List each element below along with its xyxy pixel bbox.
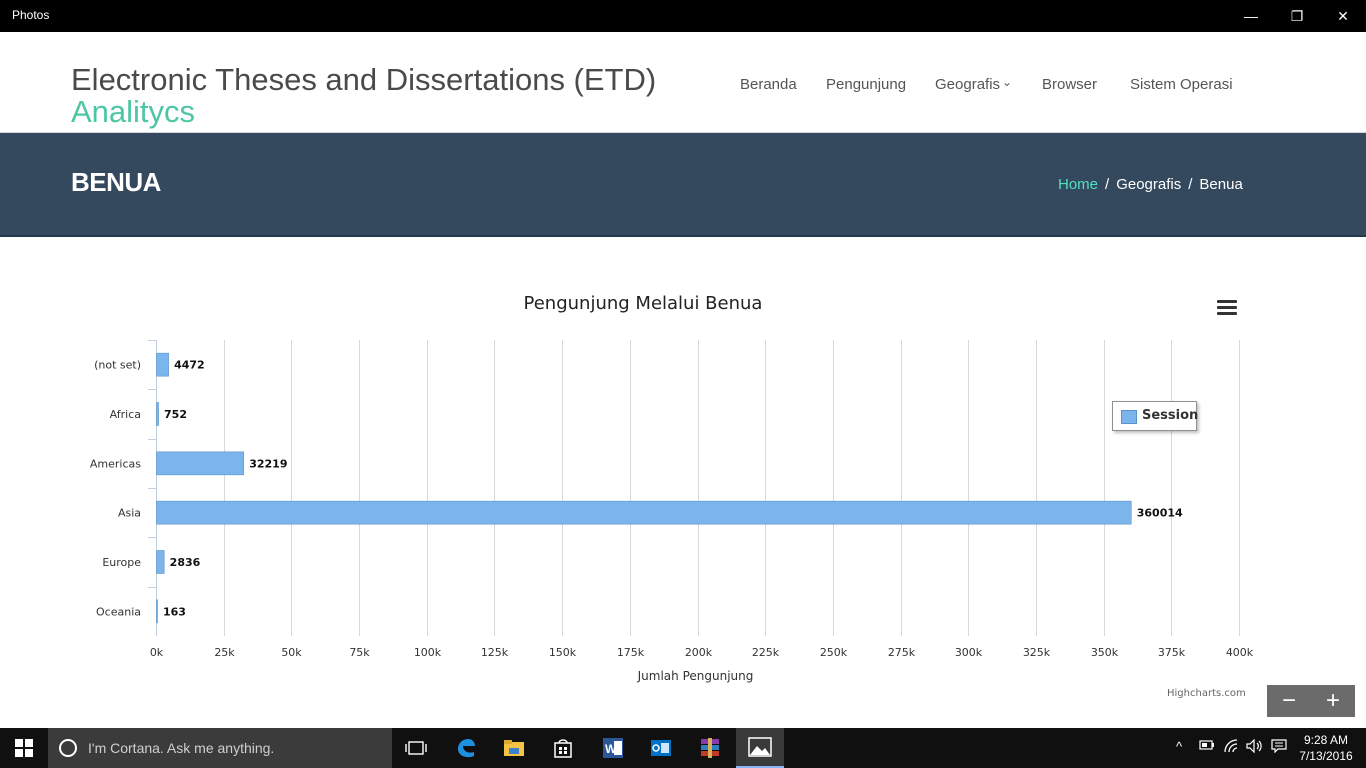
nav-item-sistem-operasi[interactable]: Sistem Operasi	[1130, 76, 1233, 93]
breadcrumb-separator: /	[1188, 176, 1193, 193]
bar	[156, 451, 245, 476]
windows-logo-icon	[15, 739, 33, 757]
x-tick-label: 175k	[617, 646, 645, 659]
window-titlebar: Photos — ❐ ✕	[0, 0, 1366, 32]
chart-container: Pengunjung Melalui Benua 0k 25k 50k 75k 100k…	[0, 236, 1366, 728]
breadcrumb-home[interactable]: Home	[1058, 176, 1098, 193]
x-tick-label: 0k	[150, 646, 164, 659]
x-tick-label: 350k	[1091, 646, 1119, 659]
breadcrumb-separator: /	[1105, 176, 1110, 193]
svg-text:W: W	[605, 742, 617, 756]
y-category-label: Asia	[118, 507, 141, 520]
x-tick-label: 400k	[1226, 646, 1254, 659]
store-icon[interactable]	[539, 728, 587, 768]
y-category-label: Oceania	[96, 605, 141, 618]
taskbar-clock[interactable]: 9:28 AM 7/13/2016	[1294, 732, 1358, 764]
x-tick-label: 275k	[888, 646, 916, 659]
start-button[interactable]	[0, 728, 48, 768]
chevron-down-icon: ⌄	[1002, 75, 1013, 89]
action-center-icon[interactable]	[1271, 739, 1287, 756]
x-tick-label: 250k	[820, 646, 848, 659]
bar	[156, 500, 1132, 525]
x-tick-label: 25k	[214, 646, 235, 659]
nav-item-browser[interactable]: Browser	[1042, 76, 1097, 93]
minimize-button[interactable]: —	[1228, 0, 1274, 32]
x-tick-label: 150k	[549, 646, 577, 659]
legend-swatch	[1121, 410, 1137, 424]
nav-item-pengunjung[interactable]: Pengunjung	[826, 76, 906, 93]
nav-item-geografis-label: Geografis	[935, 76, 1001, 93]
zoom-controls: − +	[1267, 685, 1355, 717]
x-tick-label: 125k	[481, 646, 509, 659]
x-tick-label: 75k	[349, 646, 370, 659]
taskbar: I'm Cortana. Ask me anything. W ^ 9:28 A…	[0, 728, 1366, 768]
y-category-label: Africa	[110, 408, 141, 421]
y-category-label: Americas	[90, 457, 141, 470]
breadcrumb-benua: Benua	[1199, 176, 1243, 193]
bar	[156, 352, 169, 377]
maximize-button[interactable]: ❐	[1274, 0, 1320, 32]
cortana-placeholder: I'm Cortana. Ask me anything.	[88, 740, 275, 756]
bar	[156, 550, 165, 574]
x-tick-label: 225k	[752, 646, 780, 659]
word-icon[interactable]: W	[589, 728, 637, 768]
show-hidden-icons-icon[interactable]: ^	[1176, 739, 1182, 754]
outlook-icon[interactable]	[637, 728, 685, 768]
legend-label: Session	[1142, 408, 1199, 423]
y-category-label: (not set)	[94, 359, 141, 372]
photos-icon[interactable]	[736, 728, 784, 768]
x-tick-label: 300k	[955, 646, 983, 659]
x-tick-label: 50k	[281, 646, 302, 659]
data-label: 4472	[174, 359, 205, 372]
data-label: 163	[163, 605, 186, 618]
battery-icon[interactable]	[1199, 739, 1215, 754]
bar	[156, 402, 159, 426]
zoom-in-button[interactable]: +	[1311, 685, 1355, 717]
data-label: 360014	[1137, 507, 1183, 520]
page-banner: BENUA Home / Geografis / Benua	[0, 133, 1366, 237]
chart-legend[interactable]: Session	[1112, 401, 1199, 431]
cortana-search-box[interactable]: I'm Cortana. Ask me anything.	[48, 728, 392, 768]
y-category-label: Europe	[102, 556, 141, 569]
site-header: Electronic Theses and Dissertations (ETD…	[0, 32, 1366, 133]
x-tick-label: 325k	[1023, 646, 1051, 659]
breadcrumb: Home / Geografis / Benua	[1058, 176, 1243, 193]
close-button[interactable]: ✕	[1320, 0, 1366, 32]
nav-item-geografis[interactable]: Geografis ⌄	[935, 75, 1013, 93]
nav-item-beranda[interactable]: Beranda	[740, 76, 797, 93]
data-label: 752	[164, 408, 187, 421]
edge-icon[interactable]	[442, 728, 490, 768]
breadcrumb-geografis[interactable]: Geografis	[1116, 176, 1181, 193]
x-axis-title: Jumlah Pengunjung	[637, 669, 754, 683]
bar	[156, 599, 158, 624]
volume-icon[interactable]	[1246, 738, 1264, 756]
x-tick-label: 375k	[1158, 646, 1186, 659]
data-label: 32219	[249, 457, 287, 470]
winrar-icon[interactable]	[686, 728, 734, 768]
main-nav: Beranda Pengunjung Geografis ⌄ Browser Si…	[0, 75, 1366, 96]
site-subtitle[interactable]: Analitycs	[71, 94, 195, 130]
bar-chart: 0k 25k 50k 75k 100k 125k 150k 175k 200k 225k 250k 2…	[90, 340, 1254, 683]
cortana-icon	[59, 739, 77, 757]
x-tick-label: 100k	[414, 646, 442, 659]
x-tick-label: 200k	[685, 646, 713, 659]
task-view-icon[interactable]	[392, 728, 440, 768]
clock-time: 9:28 AM	[1303, 733, 1349, 747]
zoom-out-button[interactable]: −	[1267, 685, 1311, 717]
chart-credits[interactable]: Highcharts.com	[1167, 688, 1246, 699]
window-title: Photos	[12, 8, 50, 22]
data-label: 2836	[170, 556, 201, 569]
wifi-icon[interactable]	[1223, 739, 1239, 756]
page-title: BENUA	[71, 167, 161, 197]
file-explorer-icon[interactable]	[490, 728, 538, 768]
clock-date: 7/13/2016	[1299, 749, 1353, 763]
